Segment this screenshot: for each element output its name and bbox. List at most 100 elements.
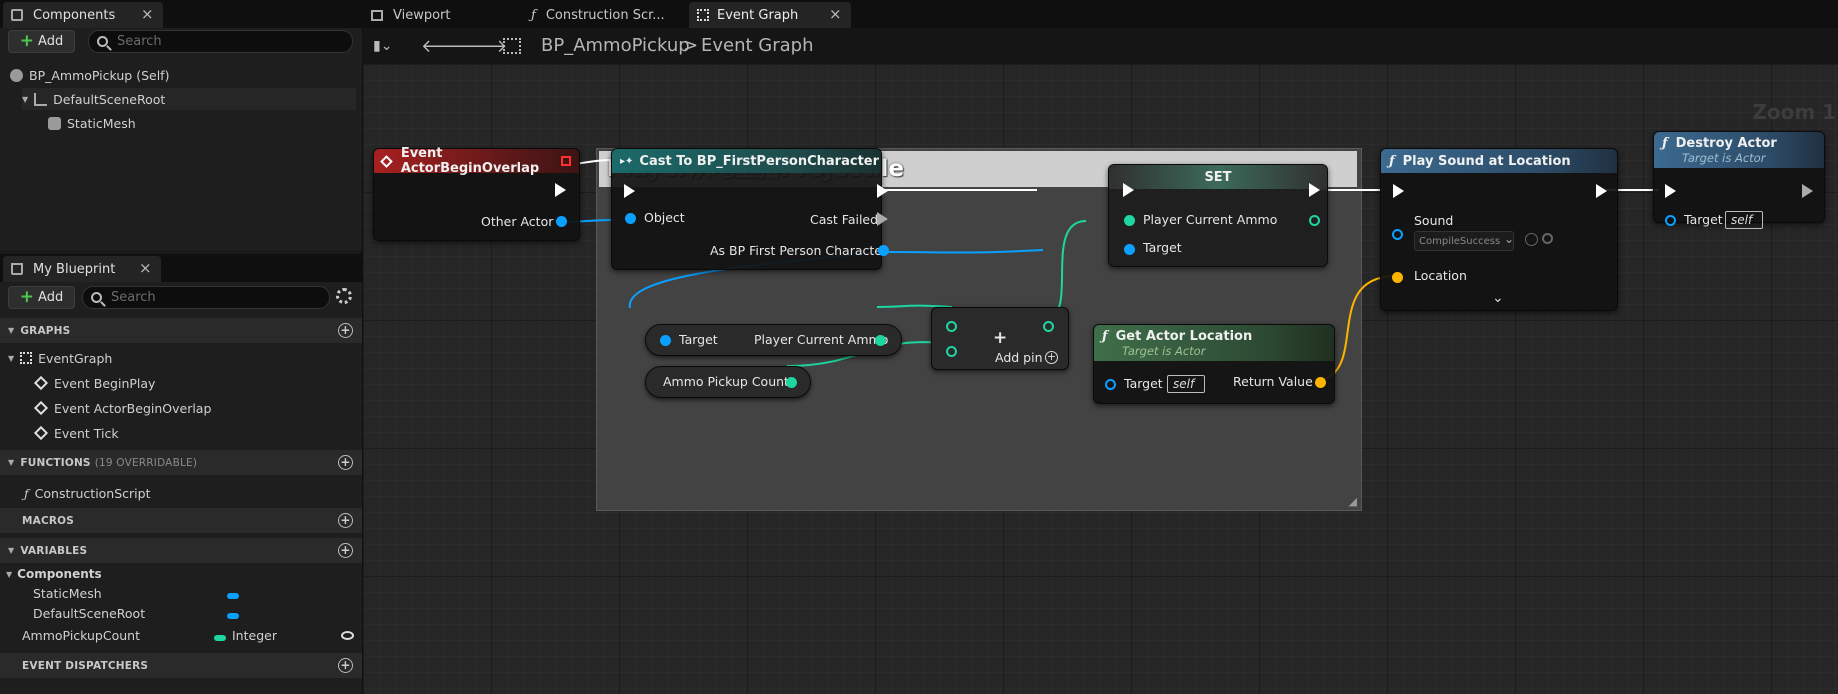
expand-arrow-icon: ▼	[6, 569, 13, 579]
sound-asset-dropdown[interactable]: CompileSuccess	[1414, 231, 1514, 251]
sound-input-pin[interactable]	[1392, 229, 1403, 240]
myblueprint-tabbar: My Blueprint ×	[0, 254, 362, 282]
close-icon[interactable]: ×	[829, 5, 842, 23]
set-node[interactable]: SET Player Current Ammo Target	[1108, 164, 1328, 267]
cast-to-node[interactable]: ▸✦ Cast To BP_FirstPersonCharacter Objec…	[611, 148, 889, 270]
add-input-pin-a[interactable]	[946, 321, 957, 332]
variable-item-staticmesh[interactable]: StaticMesh	[33, 582, 102, 604]
target-input-pin[interactable]	[1665, 215, 1676, 226]
graphs-section-header[interactable]: ▼ GRAPHS +	[0, 318, 362, 343]
variable-item-label: AmmoPickupCount	[22, 627, 140, 643]
exec-input-pin[interactable]	[1123, 183, 1134, 197]
add-variable-icon[interactable]: +	[338, 543, 353, 558]
add-pin-label[interactable]: Add pin	[995, 350, 1043, 365]
count-output-pin[interactable]	[786, 377, 797, 388]
tab-event-graph[interactable]: Event Graph ×	[689, 2, 851, 28]
myblueprint-tab-label: My Blueprint	[33, 261, 116, 277]
get-actor-location-node[interactable]: ƒ Get Actor Location Target is Actor Tar…	[1093, 324, 1335, 404]
pin-label-target: Target	[679, 332, 718, 347]
add-graph-icon[interactable]: +	[338, 323, 353, 338]
search-icon[interactable]	[1542, 233, 1553, 244]
eye-icon[interactable]	[341, 631, 354, 640]
close-icon[interactable]: ×	[141, 5, 154, 23]
exec-output-pin[interactable]	[1596, 184, 1607, 198]
function-icon: ƒ	[1102, 329, 1108, 344]
cast-failed-pin[interactable]	[877, 212, 888, 226]
object-input-pin[interactable]	[625, 213, 636, 224]
breadcrumb-graph[interactable]: Event Graph	[701, 35, 814, 56]
add-function-icon[interactable]: +	[338, 455, 353, 470]
add-node[interactable]: + Add pin +	[931, 307, 1069, 370]
graph-item-label: Event Tick	[54, 425, 119, 441]
myblueprint-add-button[interactable]: + Add	[8, 286, 75, 309]
exec-input-pin[interactable]	[624, 184, 635, 198]
variables-section-header[interactable]: ▼ VARIABLES +	[0, 538, 362, 563]
graph-item-label: Event ActorBeginOverlap	[54, 400, 212, 416]
other-actor-pin[interactable]	[556, 216, 567, 227]
myblueprint-search-input[interactable]: Search	[82, 286, 330, 309]
breadcrumb-separator: >	[683, 35, 699, 56]
breadcrumb-blueprint[interactable]: BP_AmmoPickup	[541, 35, 690, 56]
exec-input-pin[interactable]	[1665, 184, 1676, 198]
add-pin-icon[interactable]: +	[1045, 351, 1058, 364]
function-item-constructionscript[interactable]: ƒ ConstructionScript	[24, 482, 151, 504]
settings-gear-icon[interactable]	[336, 288, 352, 304]
exec-output-pin[interactable]	[555, 183, 566, 197]
get-player-current-ammo-node[interactable]: Target Player Current Ammo	[645, 324, 902, 356]
search-placeholder: Search	[117, 34, 162, 49]
delegate-pin-icon[interactable]	[561, 156, 571, 166]
variable-item-ammopickupcount[interactable]: AmmoPickupCount	[22, 624, 140, 646]
exec-output-pin[interactable]	[1309, 183, 1320, 197]
components-search-input[interactable]: Search	[88, 30, 353, 53]
add-output-pin[interactable]	[1043, 321, 1054, 332]
as-character-pin[interactable]	[878, 245, 889, 256]
return-value-pin[interactable]	[1315, 377, 1326, 388]
tab-components[interactable]: Components ×	[3, 2, 163, 28]
self-value[interactable]: self	[1167, 375, 1205, 393]
bookmark-icon[interactable]: ▮⌄	[373, 38, 392, 54]
browse-asset-icon[interactable]	[1525, 233, 1538, 246]
tree-item-defaultsceneroot[interactable]: ▼ DefaultSceneRoot	[22, 88, 356, 110]
tree-item-self[interactable]: BP_AmmoPickup (Self)	[10, 64, 350, 86]
close-icon[interactable]: ×	[139, 259, 152, 277]
pin-label-player-current-ammo: Player Current Ammo	[754, 332, 889, 347]
graph-item-event-beginplay[interactable]: Event BeginPlay	[33, 372, 155, 394]
target-input-pin[interactable]	[1124, 244, 1135, 255]
exec-input-pin[interactable]	[1393, 184, 1404, 198]
tab-viewport[interactable]: Viewport	[363, 2, 515, 28]
target-input-pin[interactable]	[1105, 379, 1116, 390]
variable-type-label[interactable]: Integer	[232, 624, 277, 646]
add-macro-icon[interactable]: +	[338, 513, 353, 528]
add-input-pin-b[interactable]	[946, 346, 957, 357]
destroy-actor-node[interactable]: ƒ Destroy Actor Target is Actor Target s…	[1653, 131, 1825, 229]
ammo-input-pin[interactable]	[1124, 215, 1135, 226]
dispatchers-section-header[interactable]: EVENT DISPATCHERS +	[0, 653, 362, 678]
add-dispatcher-icon[interactable]: +	[338, 658, 353, 673]
graph-item-event-tick[interactable]: Event Tick	[33, 422, 119, 444]
target-input-pin[interactable]	[660, 335, 671, 346]
macros-section-header[interactable]: MACROS +	[0, 508, 362, 533]
play-sound-at-location-node[interactable]: ƒ Play Sound at Location Sound CompileSu…	[1380, 148, 1618, 311]
self-value[interactable]: self	[1725, 211, 1763, 229]
exec-output-pin[interactable]	[1802, 184, 1813, 198]
exec-output-pin[interactable]	[877, 184, 888, 198]
ammo-output-pin[interactable]	[875, 335, 886, 346]
ammo-pickup-count-node[interactable]: Ammo Pickup Count	[645, 366, 811, 398]
graph-item-eventgraph[interactable]: ▼ EventGraph	[8, 347, 112, 369]
components-add-button[interactable]: + Add	[8, 30, 75, 53]
variable-item-defaultsceneroot[interactable]: DefaultSceneRoot	[33, 602, 145, 624]
graph-item-event-actorbeginoverlap[interactable]: Event ActorBeginOverlap	[33, 397, 212, 419]
pin-label-target: Target	[1124, 376, 1163, 391]
location-input-pin[interactable]	[1392, 272, 1403, 283]
tab-my-blueprint[interactable]: My Blueprint ×	[3, 256, 161, 282]
expand-advanced-icon[interactable]: ⌄	[1492, 290, 1504, 306]
functions-section-header[interactable]: ▼ FUNCTIONS (19 OVERRIDABLE) +	[0, 450, 362, 475]
tree-item-staticmesh[interactable]: StaticMesh	[48, 112, 348, 134]
actor-icon	[10, 68, 23, 82]
graph-canvas[interactable]: Zoom 1:1 Player从地上拾Projectile ◢ Event Ac…	[363, 64, 1838, 694]
event-actorbeginoverlap-node[interactable]: Event ActorBeginOverlap Other Actor	[373, 146, 580, 241]
ammo-output-pin[interactable]	[1309, 215, 1320, 226]
forward-arrow-icon[interactable]: 🡒	[459, 36, 507, 57]
tab-construction-script[interactable]: ƒ Construction Scr...	[523, 2, 688, 28]
book-icon	[11, 263, 23, 275]
